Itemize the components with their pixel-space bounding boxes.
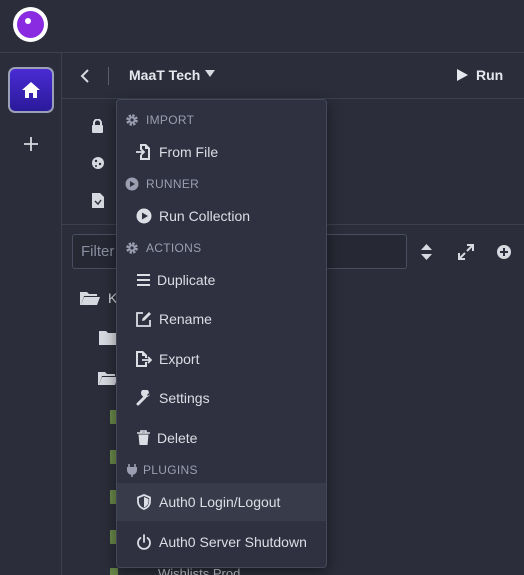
section-label: PLUGINS	[143, 463, 198, 477]
file-import-icon	[136, 144, 150, 160]
menu-item-label: Delete	[157, 430, 198, 446]
power-icon	[137, 534, 151, 550]
filter-placeholder: Filter	[81, 243, 115, 260]
collection-title[interactable]: MaaT Tech	[129, 67, 200, 83]
shield-icon	[137, 494, 151, 510]
collection-header: MaaT Tech Run	[62, 53, 524, 99]
menu-item-label: Run Collection	[159, 208, 251, 224]
section-label: RUNNER	[146, 177, 200, 191]
play-icon	[457, 69, 468, 81]
menu-item-label: From File	[159, 144, 219, 160]
plus-icon	[24, 137, 38, 151]
menu-item-duplicate[interactable]: Duplicate	[117, 261, 326, 299]
menu-item-delete[interactable]: Delete	[117, 419, 326, 457]
method-tag	[110, 568, 118, 575]
menu-item-label: Duplicate	[157, 272, 216, 288]
menu-item-rename[interactable]: Rename	[117, 300, 326, 338]
menu-item-label: Export	[159, 351, 200, 367]
gear-icon	[126, 242, 138, 254]
menu-item-auth0-login[interactable]: Auth0 Login/Logout	[117, 483, 326, 521]
wrench-icon	[136, 390, 150, 406]
header-divider	[108, 67, 109, 85]
gear-icon	[126, 114, 138, 126]
add-circle-icon[interactable]	[496, 244, 512, 260]
menu-item-label: Settings	[159, 390, 210, 406]
menu-item-label: Auth0 Server Shutdown	[159, 534, 307, 550]
document-icon[interactable]	[92, 193, 104, 208]
menu-item-label: Rename	[159, 311, 212, 327]
section-label: ACTIONS	[146, 241, 202, 255]
add-workspace-button[interactable]	[20, 133, 42, 155]
caret-down-icon[interactable]	[205, 70, 215, 77]
menu-item-from-file[interactable]: From File	[117, 133, 326, 171]
logo-dot	[25, 18, 31, 24]
play-circle-icon	[136, 208, 152, 224]
plug-icon	[127, 464, 137, 477]
menu-section-runner: RUNNER	[117, 174, 326, 194]
menu-item-auth0-shutdown[interactable]: Auth0 Server Shutdown	[117, 523, 326, 561]
menu-item-label: Auth0 Login/Logout	[159, 494, 281, 510]
folder-open-icon[interactable]	[98, 371, 118, 386]
logo-inner	[17, 11, 44, 38]
home-icon	[22, 82, 40, 98]
sort-icon[interactable]	[421, 244, 432, 260]
play-circle-icon	[125, 177, 139, 191]
run-label: Run	[476, 67, 504, 83]
file-export-icon	[136, 351, 152, 367]
menu-section-plugins: PLUGINS	[117, 460, 326, 480]
menu-item-settings[interactable]: Settings	[117, 379, 326, 417]
lock-icon[interactable]	[91, 119, 104, 134]
sidebar	[0, 53, 62, 575]
menu-item-run-collection[interactable]: Run Collection	[117, 197, 326, 235]
section-label: IMPORT	[146, 113, 195, 127]
folder-icon[interactable]	[99, 331, 117, 345]
collection-dropdown-menu: IMPORT From File RUNNER Run Collection A…	[116, 99, 327, 568]
home-button[interactable]	[8, 67, 54, 113]
menu-section-import: IMPORT	[117, 110, 326, 130]
expand-icon[interactable]	[458, 244, 474, 260]
edit-icon	[136, 312, 151, 327]
chevron-left-icon[interactable]	[80, 68, 90, 84]
run-button[interactable]: Run	[457, 67, 503, 83]
lines-icon	[137, 274, 150, 286]
trash-icon	[137, 430, 150, 445]
top-bar	[0, 0, 524, 53]
menu-section-actions: ACTIONS	[117, 238, 326, 258]
menu-item-export[interactable]: Export	[117, 340, 326, 378]
folder-open-icon[interactable]	[80, 291, 100, 306]
app-logo[interactable]	[13, 7, 48, 42]
cookie-icon[interactable]	[91, 156, 105, 170]
